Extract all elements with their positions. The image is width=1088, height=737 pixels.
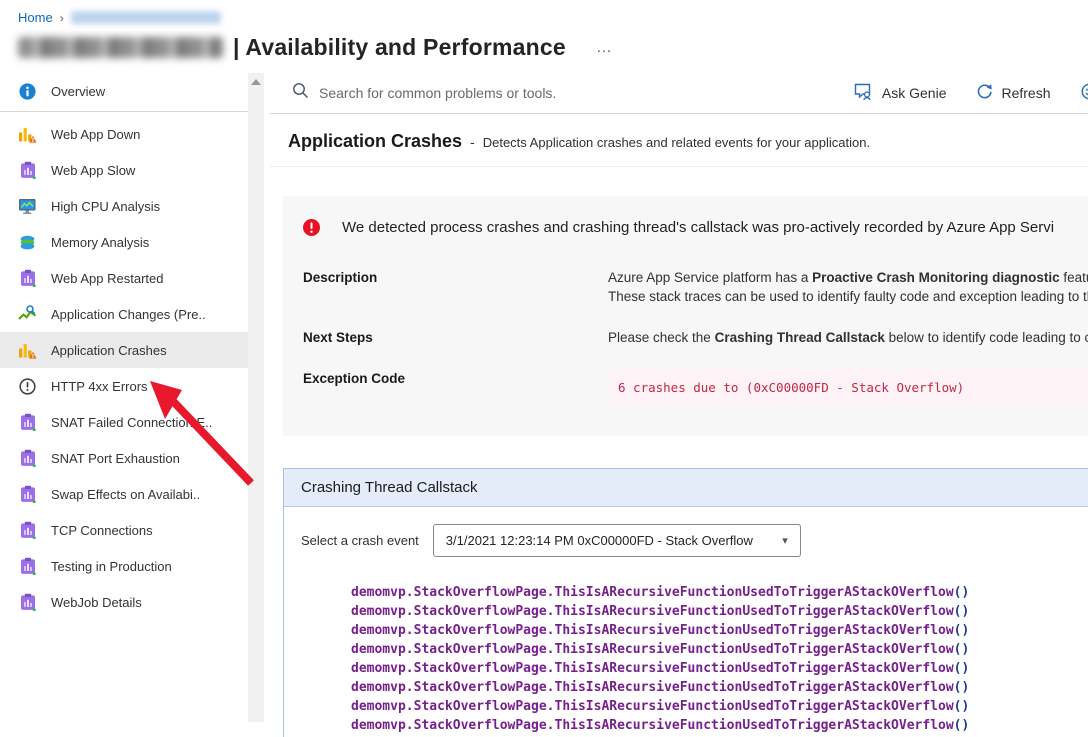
callstack-frame-line: demomvp.StackOverflowPage.ThisIsARecursi… (351, 659, 1088, 678)
error-badge-icon (303, 219, 320, 241)
refresh-icon (976, 83, 993, 103)
clipboard-chart-icon (18, 593, 37, 611)
sidebar-item-label: Memory Analysis (51, 235, 149, 250)
callstack-frame-line: demomvp.StackOverflowPage.ThisIsARecursi… (351, 678, 1088, 697)
sidebar-item-application-changes-pre[interactable]: Application Changes (Pre.. (0, 296, 248, 332)
sidebar-item-snat-failed-connection-e[interactable]: SNAT Failed Connection E.. (0, 404, 248, 440)
more-options-button[interactable]: … (592, 41, 618, 55)
crash-event-select-label: Select a crash event (301, 533, 419, 548)
clipboard-chart-icon (18, 521, 37, 539)
sidebar-scrollbar[interactable] (248, 73, 264, 722)
bar-chart-warning-icon (18, 341, 37, 359)
sidebar-item-webjob-details[interactable]: WebJob Details (0, 584, 248, 620)
changes-magnifier-icon (18, 305, 37, 323)
crashing-thread-callstack-card: Crashing Thread Callstack Select a crash… (283, 468, 1088, 737)
sidebar-item-snat-port-exhaustion[interactable]: SNAT Port Exhaustion (0, 440, 248, 476)
bar-chart-warning-icon (18, 125, 37, 143)
refresh-label: Refresh (1001, 85, 1050, 101)
sidebar-item-label: SNAT Failed Connection E.. (51, 415, 212, 430)
search-icon (292, 82, 309, 104)
description-value: Azure App Service platform has a Proacti… (608, 268, 1088, 306)
error-circle-icon (18, 377, 37, 395)
insight-summary-text: We detected process crashes and crashing… (342, 219, 1054, 236)
breadcrumb-separator: › (60, 11, 64, 25)
callstack-frame-line: demomvp.StackOverflowPage.ThisIsARecursi… (351, 716, 1088, 735)
clipboard-chart-icon (18, 557, 37, 575)
sidebar-item-testing-in-production[interactable]: Testing in Production (0, 548, 248, 584)
breadcrumb-home-link[interactable]: Home (18, 10, 53, 25)
title-bar: | Availability and Performance … (0, 25, 1088, 61)
app-window: Home › | Availability and Performance … … (0, 0, 1088, 737)
scroll-up-icon[interactable] (251, 79, 261, 85)
smiley-icon (1081, 83, 1088, 103)
sidebar-item-label: Web App Down (51, 127, 140, 142)
callstack-frame-line: demomvp.StackOverflowPage.ThisIsARecursi… (351, 583, 1088, 602)
callstack-frames: demomvp.StackOverflowPage.ThisIsARecursi… (351, 583, 1088, 737)
ask-genie-label: Ask Genie (882, 85, 947, 101)
feedback-button[interactable]: Feedback (1081, 83, 1088, 103)
next-steps-label: Next Steps (303, 328, 608, 347)
sidebar-item-label: Application Changes (Pre.. (51, 307, 206, 322)
sidebar-item-label: SNAT Port Exhaustion (51, 451, 180, 466)
clipboard-chart-icon (18, 485, 37, 503)
sidebar-item-tcp-connections[interactable]: TCP Connections (0, 512, 248, 548)
sidebar-item-memory-analysis[interactable]: Memory Analysis (0, 224, 248, 260)
monitor-chart-icon (18, 197, 37, 215)
sidebar-item-http-4xx-errors[interactable]: HTTP 4xx Errors (0, 368, 248, 404)
sidebar-item-overview[interactable]: Overview (0, 73, 248, 109)
sidebar-item-application-crashes[interactable]: Application Crashes (0, 332, 248, 368)
sidebar-item-swap-effects-on-availabi[interactable]: Swap Effects on Availabi.. (0, 476, 248, 512)
callstack-frame-line: demomvp.StackOverflowPage.ThisIsARecursi… (351, 602, 1088, 621)
clipboard-chart-icon (18, 269, 37, 287)
info-icon (18, 82, 37, 100)
search-box[interactable] (292, 82, 854, 104)
callstack-frame-line: demomvp.StackOverflowPage.ThisIsARecursi… (351, 621, 1088, 640)
sidebar-item-high-cpu-analysis[interactable]: High CPU Analysis (0, 188, 248, 224)
exception-code-label: Exception Code (303, 369, 608, 406)
ask-genie-button[interactable]: Ask Genie (854, 83, 947, 104)
genie-chat-icon (854, 83, 874, 104)
crash-event-selected-value: 3/1/2021 12:23:14 PM 0xC00000FD - Stack … (446, 533, 753, 548)
main-toolbar: Ask Genie Refresh Feedback (270, 73, 1088, 114)
sidebar-item-label: Testing in Production (51, 559, 172, 574)
sidebar-item-web-app-slow[interactable]: Web App Slow (0, 152, 248, 188)
clipboard-chart-icon (18, 413, 37, 431)
crash-event-dropdown[interactable]: 3/1/2021 12:23:14 PM 0xC00000FD - Stack … (433, 524, 801, 557)
redacted-app-name (18, 37, 223, 58)
description-label: Description (303, 268, 608, 306)
exception-code-value: 6 crashes due to (0xC00000FD - Stack Ove… (608, 369, 1088, 406)
callstack-frame-line: demomvp.StackOverflowPage.ThisIsARecursi… (351, 697, 1088, 716)
sidebar-item-label: Swap Effects on Availabi.. (51, 487, 200, 502)
clipboard-chart-icon (18, 161, 37, 179)
search-input[interactable] (319, 85, 649, 101)
detector-title-separator: - (470, 134, 475, 150)
page-title: | Availability and Performance (233, 34, 566, 61)
sidebar-item-label: High CPU Analysis (51, 199, 160, 214)
sidebar-item-label: Web App Restarted (51, 271, 164, 286)
sidebar-item-label: HTTP 4xx Errors (51, 379, 148, 394)
redacted-breadcrumb-item[interactable] (71, 11, 221, 24)
sidebar-item-web-app-down[interactable]: Web App Down (0, 116, 248, 152)
detector-subtitle: Detects Application crashes and related … (483, 135, 870, 150)
sidebar-divider (0, 111, 248, 112)
sidebar-item-web-app-restarted[interactable]: Web App Restarted (0, 260, 248, 296)
callstack-frame-line: demomvp.StackOverflowPage.ThisIsARecursi… (351, 640, 1088, 659)
memory-disks-icon (18, 233, 37, 251)
callstack-card-header: Crashing Thread Callstack (284, 469, 1088, 507)
chevron-down-icon: ▾ (782, 534, 788, 547)
main-panel: Ask Genie Refresh Feedback (270, 73, 1088, 722)
next-steps-value: Please check the Crashing Thread Callsta… (608, 328, 1088, 347)
breadcrumb: Home › (0, 0, 1088, 25)
detector-heading: Application Crashes - Detects Applicatio… (270, 114, 1088, 167)
clipboard-chart-icon (18, 449, 37, 467)
crash-insight-box: We detected process crashes and crashing… (283, 196, 1088, 436)
diagnostics-sidebar: Overview Web App Down Web App Slow High CPU… (0, 73, 248, 722)
refresh-button[interactable]: Refresh (976, 83, 1050, 103)
sidebar-item-label: TCP Connections (51, 523, 153, 538)
sidebar-item-label: WebJob Details (51, 595, 142, 610)
detector-title: Application Crashes (288, 131, 462, 152)
sidebar-item-label: Application Crashes (51, 343, 167, 358)
sidebar-item-label: Overview (51, 84, 105, 99)
sidebar-item-label: Web App Slow (51, 163, 135, 178)
